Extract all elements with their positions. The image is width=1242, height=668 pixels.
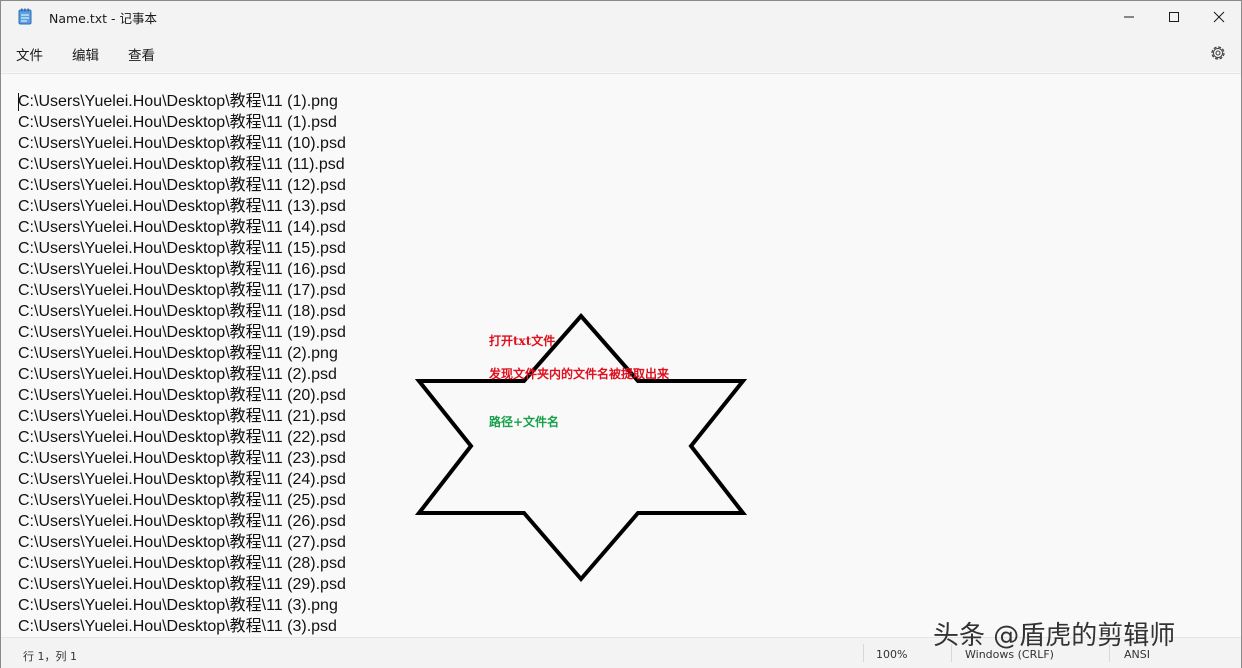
text-line[interactable]: C:\Users\Yuelei.Hou\Desktop\教程\11 (27).p…: [18, 532, 346, 553]
text-line[interactable]: C:\Users\Yuelei.Hou\Desktop\教程\11 (23).p…: [18, 448, 346, 469]
menu-edit[interactable]: 编辑: [72, 44, 99, 64]
text-line[interactable]: C:\Users\Yuelei.Hou\Desktop\教程\11 (3).pn…: [18, 595, 346, 616]
notepad-icon: [18, 8, 32, 25]
maximize-icon: [1169, 11, 1179, 22]
zoom-level: 100%: [876, 648, 908, 661]
text-line[interactable]: C:\Users\Yuelei.Hou\Desktop\教程\11 (1).ps…: [18, 112, 346, 133]
text-line[interactable]: C:\Users\Yuelei.Hou\Desktop\教程\11 (1).pn…: [18, 91, 346, 112]
text-content[interactable]: C:\Users\Yuelei.Hou\Desktop\教程\11 (1).pn…: [18, 91, 346, 637]
text-line[interactable]: C:\Users\Yuelei.Hou\Desktop\教程\11 (2).pn…: [18, 343, 346, 364]
maximize-button[interactable]: [1151, 1, 1197, 32]
annotation-path-filename: 路径+文件名: [489, 415, 560, 429]
menu-view[interactable]: 查看: [128, 44, 155, 64]
minimize-icon: [1124, 16, 1134, 17]
minimize-button[interactable]: [1106, 1, 1152, 32]
text-line[interactable]: C:\Users\Yuelei.Hou\Desktop\教程\11 (12).p…: [18, 175, 346, 196]
text-line[interactable]: C:\Users\Yuelei.Hou\Desktop\教程\11 (26).p…: [18, 511, 346, 532]
text-line[interactable]: C:\Users\Yuelei.Hou\Desktop\教程\11 (19).p…: [18, 322, 346, 343]
text-line[interactable]: C:\Users\Yuelei.Hou\Desktop\教程\11 (11).p…: [18, 154, 346, 175]
cursor-position: 行 1，列 1: [23, 650, 77, 663]
text-line[interactable]: C:\Users\Yuelei.Hou\Desktop\教程\11 (28).p…: [18, 553, 346, 574]
text-line[interactable]: C:\Users\Yuelei.Hou\Desktop\教程\11 (15).p…: [18, 238, 346, 259]
text-editor[interactable]: C:\Users\Yuelei.Hou\Desktop\教程\11 (1).pn…: [1, 73, 1241, 638]
text-line[interactable]: C:\Users\Yuelei.Hou\Desktop\教程\11 (14).p…: [18, 217, 346, 238]
text-line[interactable]: C:\Users\Yuelei.Hou\Desktop\教程\11 (3).ps…: [18, 616, 346, 637]
text-line[interactable]: C:\Users\Yuelei.Hou\Desktop\教程\11 (25).p…: [18, 490, 346, 511]
text-line[interactable]: C:\Users\Yuelei.Hou\Desktop\教程\11 (17).p…: [18, 280, 346, 301]
window-title: Name.txt - 记事本: [49, 11, 158, 26]
text-line[interactable]: C:\Users\Yuelei.Hou\Desktop\教程\11 (13).p…: [18, 196, 346, 217]
notepad-window: Name.txt - 记事本 文件 编辑 查看 C:\Users\Yuelei.…: [0, 0, 1242, 668]
title-bar[interactable]: Name.txt - 记事本: [1, 1, 1241, 32]
text-line[interactable]: C:\Users\Yuelei.Hou\Desktop\教程\11 (24).p…: [18, 469, 346, 490]
gear-icon[interactable]: [1208, 43, 1228, 63]
text-line[interactable]: C:\Users\Yuelei.Hou\Desktop\教程\11 (2).ps…: [18, 364, 346, 385]
text-line[interactable]: C:\Users\Yuelei.Hou\Desktop\教程\11 (29).p…: [18, 574, 346, 595]
text-line[interactable]: C:\Users\Yuelei.Hou\Desktop\教程\11 (18).p…: [18, 301, 346, 322]
menu-file[interactable]: 文件: [16, 44, 43, 64]
close-icon: [1213, 11, 1225, 22]
close-button[interactable]: [1196, 1, 1242, 32]
text-line[interactable]: C:\Users\Yuelei.Hou\Desktop\教程\11 (10).p…: [18, 133, 346, 154]
text-line[interactable]: C:\Users\Yuelei.Hou\Desktop\教程\11 (22).p…: [18, 427, 346, 448]
annotation-extracted-names: 发现文件夹内的文件名被提取出来: [489, 367, 670, 381]
text-line[interactable]: C:\Users\Yuelei.Hou\Desktop\教程\11 (20).p…: [18, 385, 346, 406]
menu-bar: 文件 编辑 查看: [1, 32, 1241, 72]
watermark: 头条 @盾虎的剪辑师: [933, 621, 1176, 651]
star-annotation-shape: [414, 312, 748, 583]
status-divider: [863, 644, 864, 662]
text-line[interactable]: C:\Users\Yuelei.Hou\Desktop\教程\11 (21).p…: [18, 406, 346, 427]
text-line[interactable]: C:\Users\Yuelei.Hou\Desktop\教程\11 (16).p…: [18, 259, 346, 280]
annotation-open-file: 打开txt文件: [489, 334, 556, 348]
